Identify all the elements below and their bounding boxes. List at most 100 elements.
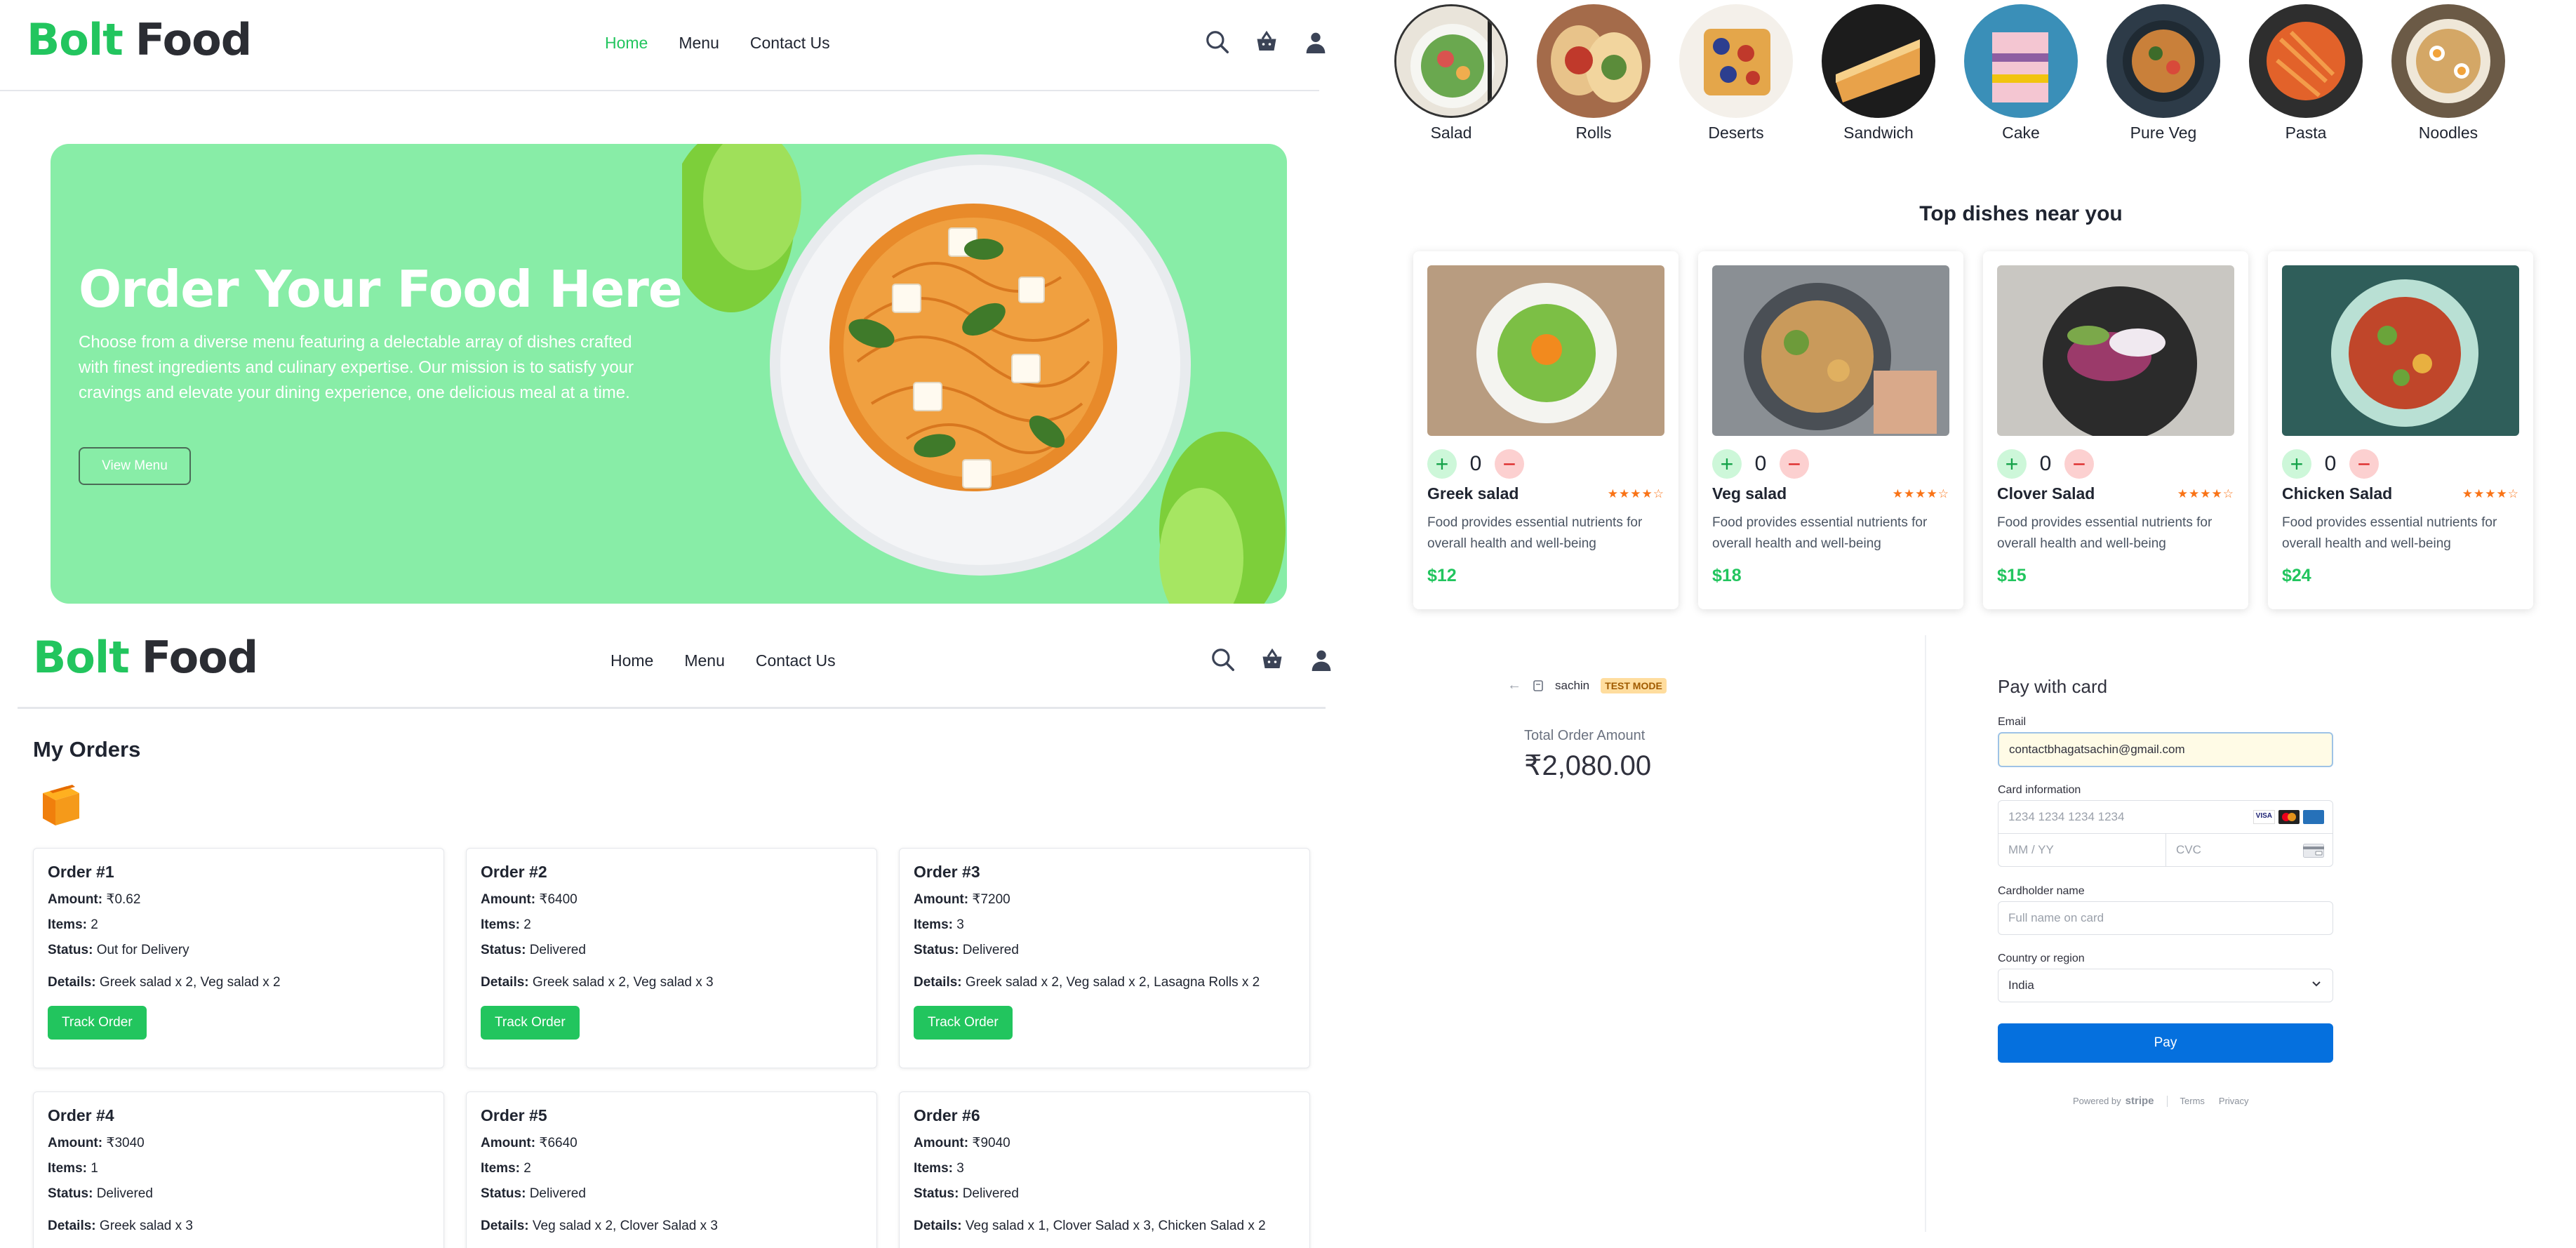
category-cake[interactable]: Cake (1961, 4, 2081, 142)
top-dishes-title: Top dishes near you (1919, 202, 2123, 225)
user-icon[interactable] (1302, 28, 1330, 56)
search-icon[interactable] (1203, 28, 1232, 56)
privacy-link[interactable]: Privacy (2219, 1096, 2249, 1106)
order-title: Order #6 (914, 1106, 980, 1124)
category-pasta[interactable]: Pasta (2246, 4, 2365, 142)
checkout-summary-panel: ← sachin TEST MODE Total Order Amount ₹2… (1403, 635, 1926, 1232)
dish-name: Clover Salad (1997, 484, 2095, 503)
details-value: Greek salad x 2, Veg salad x 3 (532, 975, 714, 990)
details-label: Details: (48, 975, 96, 990)
items-label: Items: (914, 917, 953, 932)
terms-link[interactable]: Terms (2180, 1096, 2205, 1106)
remove-icon[interactable]: − (1495, 449, 1524, 479)
category-sandwich[interactable]: Sandwich (1819, 4, 1938, 142)
remove-icon[interactable]: − (1780, 449, 1809, 479)
dish-image (2282, 265, 2519, 436)
orders-navbar: Bolt Food Home Menu Contact Us (18, 618, 1331, 709)
email-field[interactable]: contactbhagatsachin@gmail.com (1998, 732, 2333, 767)
basket-icon[interactable] (1253, 28, 1281, 56)
category-noodles[interactable]: Noodles (2389, 4, 2508, 142)
salad-image (1394, 4, 1508, 118)
order-status: Status: Delivered (481, 943, 862, 958)
status-label: Status: (914, 943, 959, 957)
order-title: Order #3 (914, 863, 980, 881)
items-value: 3 (956, 1161, 964, 1176)
dish-card[interactable]: + 0 − Clover Salad ★★★★☆ Food provides e… (1983, 251, 2248, 609)
user-icon[interactable] (1307, 646, 1335, 674)
items-label: Items: (914, 1161, 953, 1176)
dish-card[interactable]: + 0 − Chicken Salad ★★★★☆ Food provides … (2268, 251, 2533, 609)
card-number-field[interactable]: 1234 1234 1234 1234 VISA (1998, 800, 2333, 834)
category-rolls[interactable]: Rolls (1534, 4, 1653, 142)
items-value: 1 (91, 1161, 98, 1176)
add-icon[interactable]: + (1712, 449, 1742, 479)
add-icon[interactable]: + (2282, 449, 2311, 479)
status-value: Delivered (529, 1186, 586, 1201)
nav-icons (1203, 28, 1330, 56)
brand-logo[interactable]: Bolt Food (27, 14, 252, 65)
view-menu-button[interactable]: View Menu (79, 447, 191, 485)
pay-button[interactable]: Pay (1998, 1023, 2333, 1063)
basket-icon[interactable] (1258, 646, 1286, 674)
pay-with-card-title: Pay with card (1998, 676, 2108, 697)
category-deserts[interactable]: Deserts (1676, 4, 1796, 142)
brand-name-part1: Bolt (33, 632, 130, 683)
amount-value: ₹9040 (972, 1136, 1010, 1150)
items-value: 2 (523, 1161, 531, 1176)
dish-description: Food provides essential nutrients for ov… (1712, 515, 1928, 551)
items-value: 2 (91, 917, 98, 932)
add-icon[interactable]: + (1997, 449, 2027, 479)
order-amount: Amount: ₹7200 (914, 891, 1295, 908)
remove-icon[interactable]: − (2349, 449, 2379, 479)
dish-image (1997, 265, 2234, 436)
order-items: Items: 3 (914, 1161, 1295, 1176)
quantity-value: 0 (2324, 452, 2337, 475)
nav-contact[interactable]: Contact Us (756, 651, 836, 670)
cardholder-name-field[interactable]: Full name on card (1998, 901, 2333, 935)
category-label: Noodles (2418, 124, 2478, 142)
details-label: Details: (481, 975, 529, 990)
country-select[interactable]: India (1998, 969, 2333, 1002)
brand-logo[interactable]: Bolt Food (33, 632, 258, 683)
nav-home[interactable]: Home (610, 651, 653, 670)
order-card: Order #1 Amount: ₹0.62 Items: 2 Status: … (33, 848, 444, 1068)
search-icon[interactable] (1209, 646, 1237, 674)
amount-value: ₹6400 (539, 892, 578, 907)
nav-home[interactable]: Home (605, 34, 648, 53)
total-amount: ₹2,080.00 (1524, 750, 1652, 781)
track-order-button[interactable]: Track Order (914, 1006, 1013, 1040)
rating-stars: ★★★★☆ (2177, 487, 2234, 500)
nav-contact[interactable]: Contact Us (750, 34, 830, 53)
details-label: Details: (48, 1219, 96, 1233)
quantity-stepper: + 0 − (2282, 449, 2379, 479)
track-order-button[interactable]: Track Order (481, 1006, 580, 1040)
powered-by-text: Powered by (2073, 1096, 2121, 1106)
nav-menu[interactable]: Menu (679, 34, 719, 53)
rolls-image (1537, 4, 1650, 118)
category-label: Rolls (1575, 124, 1612, 142)
amount-value: ₹6640 (539, 1136, 578, 1150)
category-pure-veg[interactable]: Pure Veg (2104, 4, 2223, 142)
back-arrow-icon[interactable]: ← (1507, 677, 1521, 693)
amex-icon (2303, 810, 2324, 824)
add-icon[interactable]: + (1427, 449, 1457, 479)
track-order-button[interactable]: Track Order (48, 1006, 147, 1040)
order-card: Order #4 Amount: ₹3040 Items: 1 Status: … (33, 1091, 444, 1248)
dish-name: Greek salad (1427, 484, 1519, 503)
order-details: Details: Veg salad x 1, Clover Salad x 3… (914, 1219, 1295, 1234)
category-salad[interactable]: Salad (1392, 4, 1511, 142)
cvc-field[interactable]: CVC (2165, 833, 2333, 867)
nav-links: Home Menu Contact Us (610, 651, 836, 670)
nav-links: Home Menu Contact Us (605, 34, 830, 53)
test-mode-badge: TEST MODE (1601, 677, 1667, 693)
remove-icon[interactable]: − (2064, 449, 2094, 479)
nav-menu[interactable]: Menu (684, 651, 725, 670)
amount-label: Amount: (48, 892, 103, 907)
dish-card[interactable]: + 0 − Veg salad ★★★★☆ Food provides esse… (1698, 251, 1963, 609)
order-card: Order #5 Amount: ₹6640 Items: 2 Status: … (466, 1091, 877, 1248)
top-navbar: Bolt Food Home Menu Contact Us (0, 0, 1326, 91)
dish-description: Food provides essential nutrients for ov… (1427, 515, 1643, 551)
card-information-label: Card information (1998, 784, 2081, 796)
expiry-field[interactable]: MM / YY (1998, 833, 2166, 867)
dish-card[interactable]: + 0 − Greek salad ★★★★☆ Food provides es… (1413, 251, 1679, 609)
